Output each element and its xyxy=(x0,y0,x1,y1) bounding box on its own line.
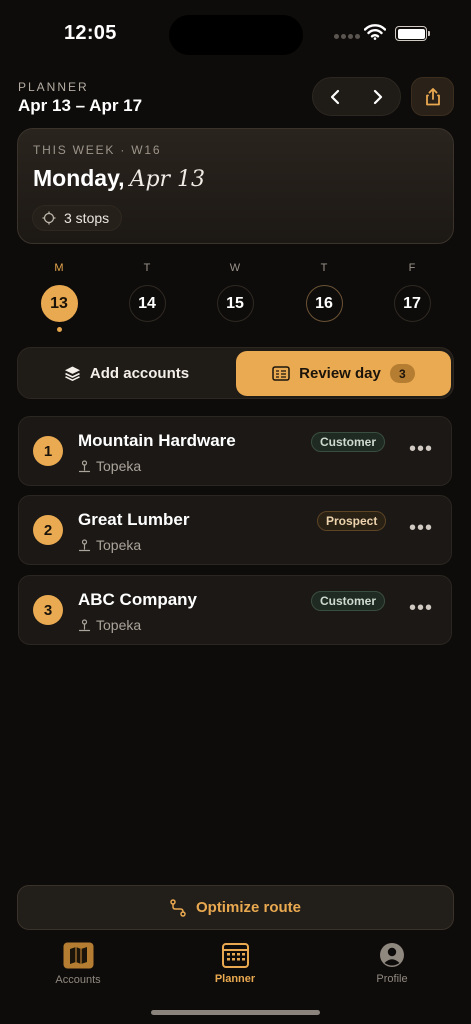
day-tuesday[interactable]: T 14 xyxy=(127,262,167,322)
stops-chip: 3 stops xyxy=(32,205,123,231)
map-icon xyxy=(63,942,93,969)
more-options-icon[interactable]: ••• xyxy=(409,517,433,540)
review-day-button[interactable]: Review day 3 xyxy=(236,351,451,396)
week-kicker: THIS WEEK · W16 xyxy=(33,143,162,157)
tab-label: Accounts xyxy=(55,974,101,986)
week-summary-card: THIS WEEK · W16 Monday, Apr 13 3 stops xyxy=(17,128,454,244)
account-row[interactable]: 3 ABC Company Topeka Customer ••• xyxy=(18,575,452,645)
status-badge: Prospect xyxy=(317,511,387,531)
share-button[interactable] xyxy=(411,77,454,116)
crosshair-icon xyxy=(42,211,56,225)
more-options-icon[interactable]: ••• xyxy=(409,438,433,461)
chevron-right-icon[interactable] xyxy=(371,89,385,105)
calendar-icon xyxy=(221,943,249,968)
route-icon xyxy=(170,898,186,917)
chevron-left-icon[interactable] xyxy=(328,89,342,105)
day-letter: M xyxy=(54,262,64,274)
share-icon xyxy=(425,87,440,105)
day-number: 17 xyxy=(393,285,431,322)
selected-day-title: Monday, Apr 13 xyxy=(33,165,205,192)
day-monday[interactable]: M 13 xyxy=(39,262,79,332)
battery-icon xyxy=(395,26,427,41)
stops-count: 3 stops xyxy=(64,210,110,226)
more-options-icon[interactable]: ••• xyxy=(409,597,433,620)
tab-label: Planner xyxy=(214,973,256,985)
day-friday[interactable]: F 17 xyxy=(392,262,432,322)
account-name: ABC Company xyxy=(78,590,198,609)
location-text: Topeka xyxy=(96,617,142,633)
day-date: Apr 13 xyxy=(129,167,206,192)
has-stops-dot xyxy=(56,327,62,332)
pin-icon xyxy=(78,459,91,472)
tab-accounts[interactable]: Accounts xyxy=(33,942,123,986)
account-name: Great Lumber xyxy=(78,510,190,529)
day-letter: T xyxy=(143,262,151,274)
location-text: Topeka xyxy=(96,537,142,553)
layers-icon xyxy=(64,366,80,381)
tab-planner[interactable]: Planner xyxy=(190,942,280,985)
status-badge: Customer xyxy=(311,591,386,611)
day-number: 15 xyxy=(216,285,254,322)
day-number: 14 xyxy=(128,285,166,322)
date-range-title: Apr 13 – Apr 17 xyxy=(18,96,143,115)
day-wednesday[interactable]: W 15 xyxy=(215,262,255,322)
signal-icon xyxy=(334,34,360,39)
review-day-label: Review day xyxy=(299,365,381,382)
add-accounts-label: Add accounts xyxy=(89,364,190,382)
status-time: 12:05 xyxy=(64,22,117,44)
week-navigation xyxy=(312,77,401,116)
day-letter: W xyxy=(229,262,241,274)
day-letter: T xyxy=(320,262,328,274)
list-icon xyxy=(272,366,290,381)
account-location: Topeka xyxy=(78,537,141,553)
tab-label: Profile xyxy=(376,973,408,985)
home-indicator[interactable] xyxy=(151,1010,320,1015)
account-location: Topeka xyxy=(78,617,141,633)
optimize-route-button[interactable]: Optimize route xyxy=(17,885,454,930)
stop-number: 3 xyxy=(33,595,63,625)
person-icon xyxy=(380,943,404,967)
add-accounts-button[interactable]: Add accounts xyxy=(20,350,233,396)
day-thursday[interactable]: T 16 xyxy=(304,262,344,322)
account-location: Topeka xyxy=(78,458,141,474)
tab-profile[interactable]: Profile xyxy=(347,942,437,985)
pin-icon xyxy=(78,618,91,631)
account-row[interactable]: 1 Mountain Hardware Topeka Customer ••• xyxy=(18,416,452,486)
status-badge: Customer xyxy=(311,432,386,452)
day-number: 16 xyxy=(305,285,343,322)
pin-icon xyxy=(78,538,91,551)
wifi-icon xyxy=(364,24,386,40)
stop-number: 2 xyxy=(33,515,63,545)
optimize-route-label: Optimize route xyxy=(195,899,301,916)
day-letter: F xyxy=(408,262,416,274)
planner-kicker: PLANNER xyxy=(18,80,89,94)
mode-segmented-control: Add accounts Review day 3 xyxy=(17,347,454,399)
review-count-badge: 3 xyxy=(389,364,415,383)
day-number: 13 xyxy=(40,285,78,322)
account-row[interactable]: 2 Great Lumber Topeka Prospect ••• xyxy=(18,495,452,565)
day-name: Monday, xyxy=(33,165,125,191)
account-name: Mountain Hardware xyxy=(78,431,236,450)
stop-number: 1 xyxy=(33,436,63,466)
location-text: Topeka xyxy=(96,458,142,474)
dynamic-island xyxy=(169,15,303,55)
